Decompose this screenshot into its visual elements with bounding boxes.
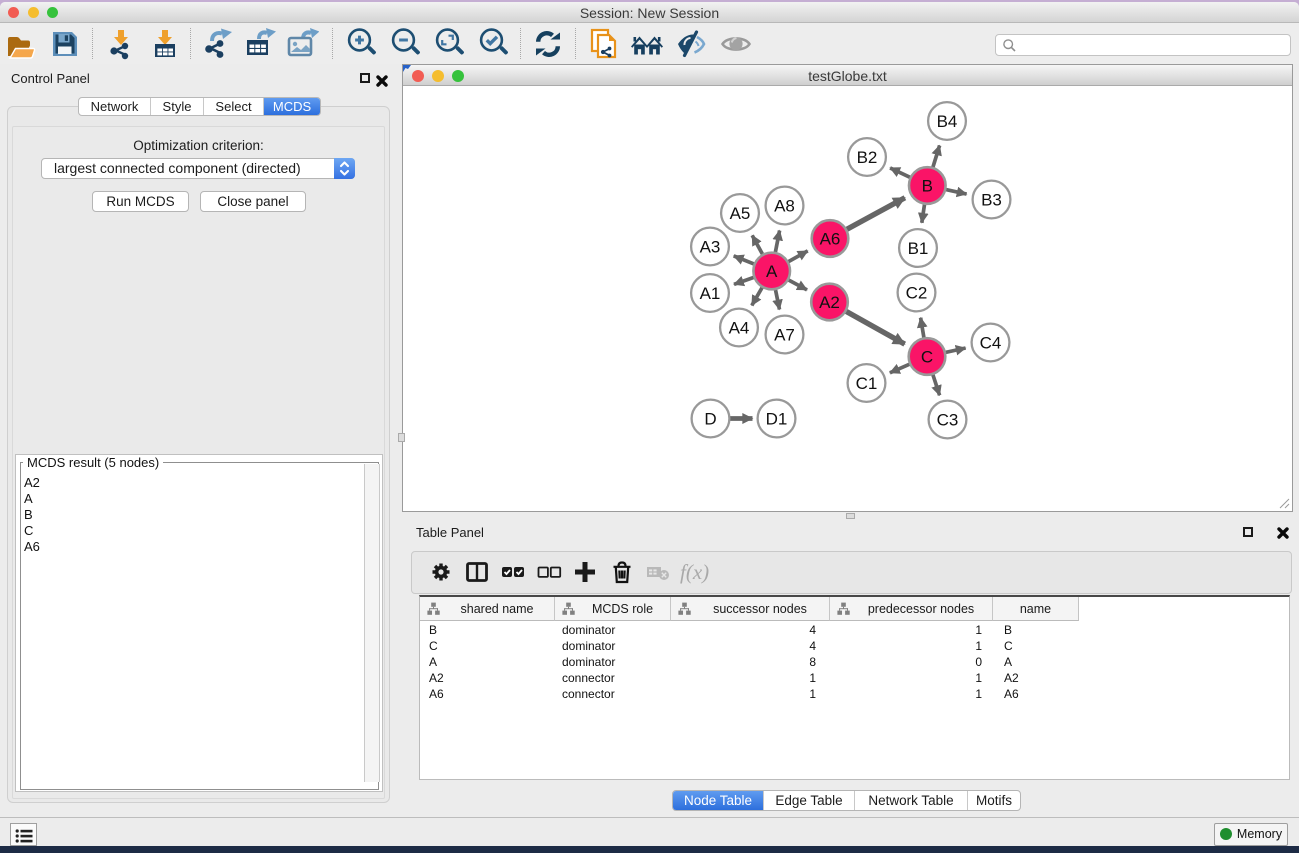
svg-text:B: B xyxy=(922,177,933,196)
svg-text:B2: B2 xyxy=(857,148,878,167)
svg-text:C3: C3 xyxy=(937,411,959,430)
svg-text:A: A xyxy=(766,262,778,281)
svg-text:A7: A7 xyxy=(774,326,795,345)
svg-text:B1: B1 xyxy=(908,239,929,258)
svg-text:C1: C1 xyxy=(856,374,878,393)
svg-text:A6: A6 xyxy=(820,230,841,249)
svg-text:A1: A1 xyxy=(700,284,721,303)
svg-text:B3: B3 xyxy=(981,191,1002,210)
svg-text:C: C xyxy=(921,348,933,367)
svg-text:C2: C2 xyxy=(906,284,928,303)
svg-text:D: D xyxy=(704,410,716,429)
svg-text:B4: B4 xyxy=(937,112,958,131)
svg-text:D1: D1 xyxy=(766,410,788,429)
svg-text:A2: A2 xyxy=(819,293,840,312)
svg-text:C4: C4 xyxy=(980,334,1002,353)
svg-text:A8: A8 xyxy=(774,197,795,216)
svg-text:A4: A4 xyxy=(729,319,750,338)
svg-text:A3: A3 xyxy=(700,238,721,257)
svg-text:A5: A5 xyxy=(730,204,751,223)
